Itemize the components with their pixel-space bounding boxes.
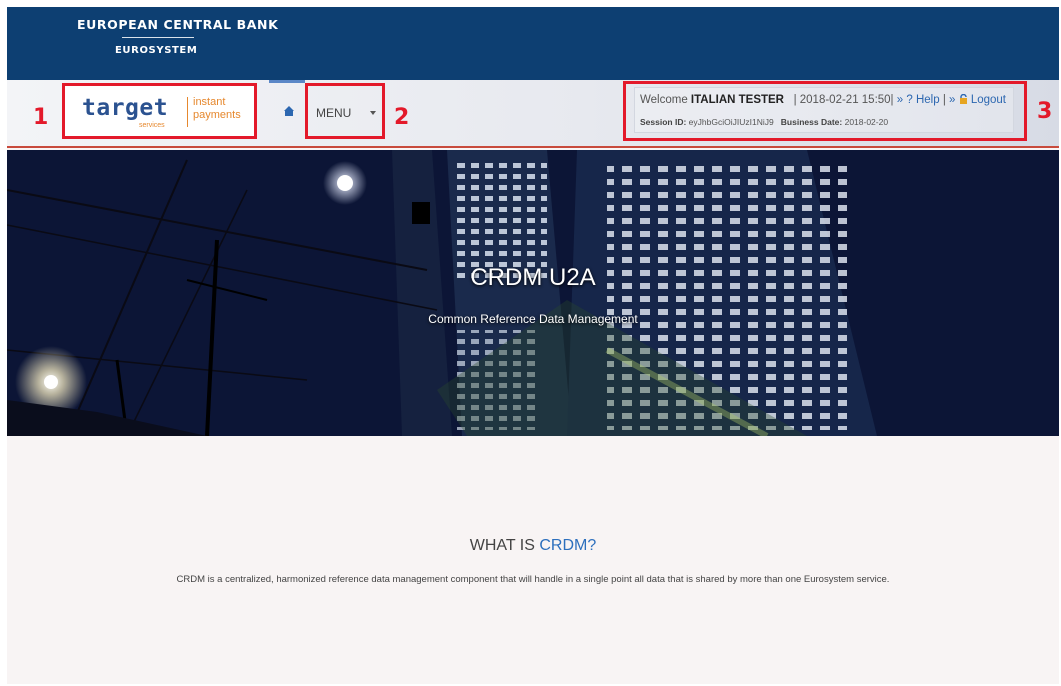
ecb-divider xyxy=(122,37,194,38)
welcome-text: Welcome xyxy=(640,94,688,106)
about-description: CRDM is a centralized, harmonized refere… xyxy=(176,574,890,585)
session-id-label: Session ID: xyxy=(640,117,687,127)
hero-subtitle: Common Reference Data Management xyxy=(428,312,638,326)
help-prefix: » xyxy=(896,94,904,106)
about-heading-prefix: WHAT IS xyxy=(469,537,535,554)
menu-label: MENU xyxy=(316,106,352,120)
user-info-line: Welcome ITALIAN TESTER | 2018-02-21 15:5… xyxy=(640,93,1006,106)
annotation-marker-2: 2 xyxy=(394,105,410,130)
chevron-down-icon xyxy=(370,111,376,115)
ecb-subtitle: EUROSYSTEM xyxy=(115,45,198,56)
hero-banner: CRDM U2A Common Reference Data Managemen… xyxy=(7,150,1059,436)
target-logo[interactable]: target services instant payments xyxy=(62,83,257,139)
logo-services: services xyxy=(139,122,165,129)
link-separator: | xyxy=(942,94,946,106)
hero-title: CRDM U2A xyxy=(470,264,596,291)
session-info-line: Session ID: eyJhbGciOiJIUzI1NiJ9 Busines… xyxy=(640,117,888,127)
logo-product-line1: instant xyxy=(193,96,226,108)
help-link[interactable]: ? Help xyxy=(906,94,939,106)
user-name: ITALIAN TESTER xyxy=(690,94,784,106)
user-info-panel: Welcome ITALIAN TESTER | 2018-02-21 15:5… xyxy=(623,81,1027,141)
lock-icon xyxy=(959,93,971,106)
business-date-value: 2018-02-20 xyxy=(844,117,889,127)
annotation-marker-1: 1 xyxy=(33,105,49,130)
session-id-value: eyJhbGciOiJIUzI1NiJ9 xyxy=(688,117,774,127)
navbar: 1 target services instant payments MENU … xyxy=(7,80,1059,148)
ecb-title: EUROPEAN CENTRAL BANK xyxy=(77,17,279,32)
logo-separator xyxy=(187,97,188,127)
logo-product-line2: payments xyxy=(193,109,241,121)
annotation-marker-3: 3 xyxy=(1037,99,1053,124)
page-frame: EUROPEAN CENTRAL BANK EUROSYSTEM 1 targe… xyxy=(7,7,1059,684)
home-button[interactable] xyxy=(269,80,305,146)
logout-link[interactable]: Logout xyxy=(971,94,1006,106)
ecb-header: EUROPEAN CENTRAL BANK EUROSYSTEM xyxy=(7,7,1059,80)
logout-prefix: » xyxy=(949,94,956,106)
login-datetime: | 2018-02-21 15:50| xyxy=(793,94,894,106)
hero-cityscape-image xyxy=(7,150,1059,436)
logo-wordmark: target xyxy=(82,95,169,121)
logo-product: instant payments xyxy=(193,96,241,122)
about-heading: WHAT IS CRDM? xyxy=(7,537,1059,555)
home-icon-body xyxy=(285,111,293,116)
business-date-label: Business Date: xyxy=(780,117,843,127)
menu-dropdown[interactable]: MENU xyxy=(305,83,385,139)
about-heading-accent: CRDM? xyxy=(539,537,597,554)
